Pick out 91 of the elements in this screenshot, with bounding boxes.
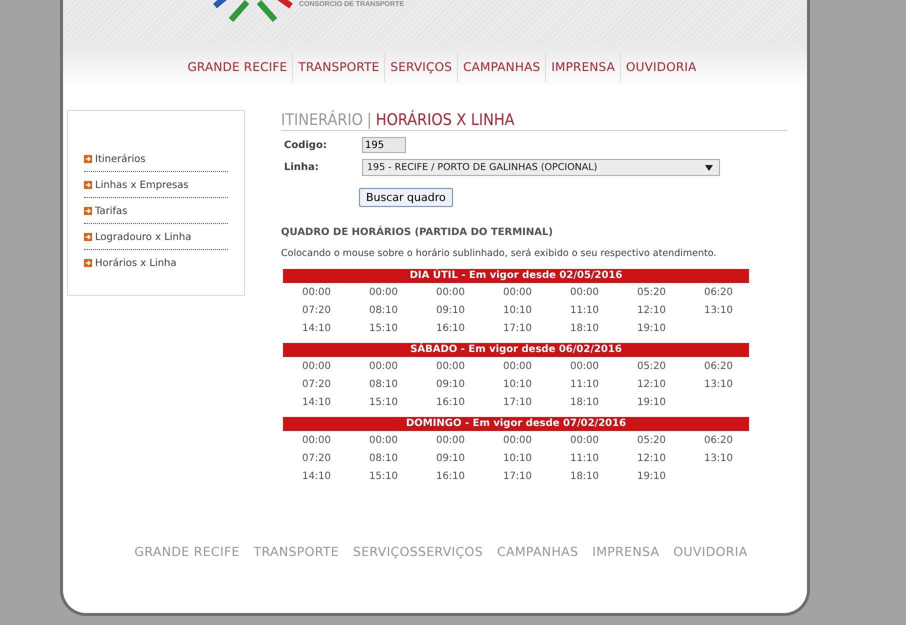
departure-time: 13:10 xyxy=(703,378,734,392)
departure-time: 00:00 xyxy=(502,434,533,448)
schedule-title-bar: DOMINGO - Em vigor desde 07/02/2016 xyxy=(283,417,749,431)
search-button[interactable]: Buscar quadro xyxy=(359,188,453,207)
arrow-icon xyxy=(84,181,92,189)
departure-time: 06:20 xyxy=(703,434,734,448)
departure-time: 07:20 xyxy=(301,452,332,466)
departure-time: 00:00 xyxy=(368,434,399,448)
departure-time: 18:10 xyxy=(569,396,600,410)
departure-time: 16:10 xyxy=(435,322,466,336)
departure-time: 11:10 xyxy=(569,452,600,466)
departure-time: 05:20 xyxy=(636,434,667,448)
arrow-icon xyxy=(84,259,92,267)
departure-time: 15:10 xyxy=(368,396,399,410)
departure-time: 15:10 xyxy=(368,470,399,484)
section-title: ITINERÁRIO xyxy=(281,110,363,129)
sidebar-link[interactable]: Logradouro x Linha xyxy=(95,232,192,242)
departure-time: 00:00 xyxy=(502,286,533,300)
departure-time: 14:10 xyxy=(301,470,332,484)
departure-time: 09:10 xyxy=(435,378,466,392)
departure-time: 16:10 xyxy=(435,396,466,410)
departure-time: 06:20 xyxy=(703,360,734,374)
departure-time: 17:10 xyxy=(502,396,533,410)
departure-time: 10:10 xyxy=(502,452,533,466)
arrow-icon xyxy=(84,155,92,163)
departure-time: 10:10 xyxy=(502,304,533,318)
departure-time: 12:10 xyxy=(636,452,667,466)
nav-link[interactable]: SERVIÇOS xyxy=(385,60,458,74)
codigo-field[interactable]: 195 xyxy=(362,137,406,153)
nav-link[interactable]: TRANSPORTE xyxy=(293,60,384,74)
logo-icon xyxy=(213,0,293,22)
departure-time: 07:20 xyxy=(301,378,332,392)
departure-time: 05:20 xyxy=(636,286,667,300)
departure-time: 09:10 xyxy=(435,452,466,466)
linha-dropdown[interactable]: 195 - RECIFE / PORTO DE GALINHAS (OPCIONAL) xyxy=(362,159,720,176)
sidebar-link[interactable]: Linhas x Empresas xyxy=(95,180,189,190)
departure-time: 14:10 xyxy=(301,396,332,410)
departure-time: 00:00 xyxy=(502,360,533,374)
linha-label: Linha: xyxy=(284,162,320,173)
departure-time: 12:10 xyxy=(636,378,667,392)
nav-link[interactable]: CAMPANHAS xyxy=(458,60,546,74)
nav-link[interactable]: GRANDE RECIFE xyxy=(182,60,292,74)
sidebar-link[interactable]: Horários x Linha xyxy=(95,258,177,268)
departure-time: 00:00 xyxy=(368,286,399,300)
departure-time: 08:10 xyxy=(368,304,399,318)
departure-time: 09:10 xyxy=(435,304,466,318)
nav-link[interactable]: IMPRENSA xyxy=(546,60,620,74)
departure-time: 00:00 xyxy=(435,360,466,374)
departure-time: 00:00 xyxy=(301,360,332,374)
dropdown-arrow-icon xyxy=(705,164,713,170)
departure-time: 00:00 xyxy=(301,434,332,448)
departure-time: 08:10 xyxy=(368,452,399,466)
departure-time: 18:10 xyxy=(569,322,600,336)
departure-time: 19:10 xyxy=(636,322,667,336)
departure-time: 05:20 xyxy=(636,360,667,374)
departure-time: 00:00 xyxy=(301,286,332,300)
sidebar-link[interactable]: Tarifas xyxy=(95,206,128,216)
departure-time: 00:00 xyxy=(569,434,600,448)
departure-time: 08:10 xyxy=(368,378,399,392)
departure-time: 17:10 xyxy=(502,470,533,484)
departure-time: 14:10 xyxy=(301,322,332,336)
departure-time: 06:20 xyxy=(703,286,734,300)
sidebar-link[interactable]: Itinerários xyxy=(95,154,146,164)
departure-time: 11:10 xyxy=(569,378,600,392)
departure-time: 11:10 xyxy=(569,304,600,318)
schedule-title-bar: SÁBADO - Em vigor desde 06/02/2016 xyxy=(283,343,749,357)
departure-time: 00:00 xyxy=(435,434,466,448)
departure-time: 00:00 xyxy=(435,286,466,300)
title-separator: | xyxy=(366,110,372,129)
departure-time: 00:00 xyxy=(569,286,600,300)
departure-time: 16:10 xyxy=(435,470,466,484)
departure-time: 17:10 xyxy=(502,322,533,336)
schedule-heading: QUADRO DE HORÁRIOS (PARTIDA DO TERMINAL) xyxy=(281,227,554,238)
departure-time: 13:10 xyxy=(703,304,734,318)
departure-time: 10:10 xyxy=(502,378,533,392)
page-title: HORÁRIOS X LINHA xyxy=(376,110,515,129)
hint-text: Colocando o mouse sobre o horário sublinhado, será exibido o seu respectivo atendimento. xyxy=(281,248,718,259)
nav-link[interactable]: OUVIDORIA xyxy=(621,60,702,74)
departure-time: 19:10 xyxy=(636,396,667,410)
codigo-label: Codigo: xyxy=(284,140,328,150)
departure-time: 00:00 xyxy=(368,360,399,374)
departure-time: 13:10 xyxy=(703,452,734,466)
departure-time: 19:10 xyxy=(636,470,667,484)
arrow-icon xyxy=(84,233,92,241)
departure-time: 15:10 xyxy=(368,322,399,336)
departure-time: 00:00 xyxy=(569,360,600,374)
arrow-icon xyxy=(84,207,92,215)
departure-time: 07:20 xyxy=(301,304,332,318)
schedule-title-bar: DIA ÚTIL - Em vigor desde 02/05/2016 xyxy=(283,269,749,283)
departure-time: 12:10 xyxy=(636,304,667,318)
departure-time: 18:10 xyxy=(569,470,600,484)
